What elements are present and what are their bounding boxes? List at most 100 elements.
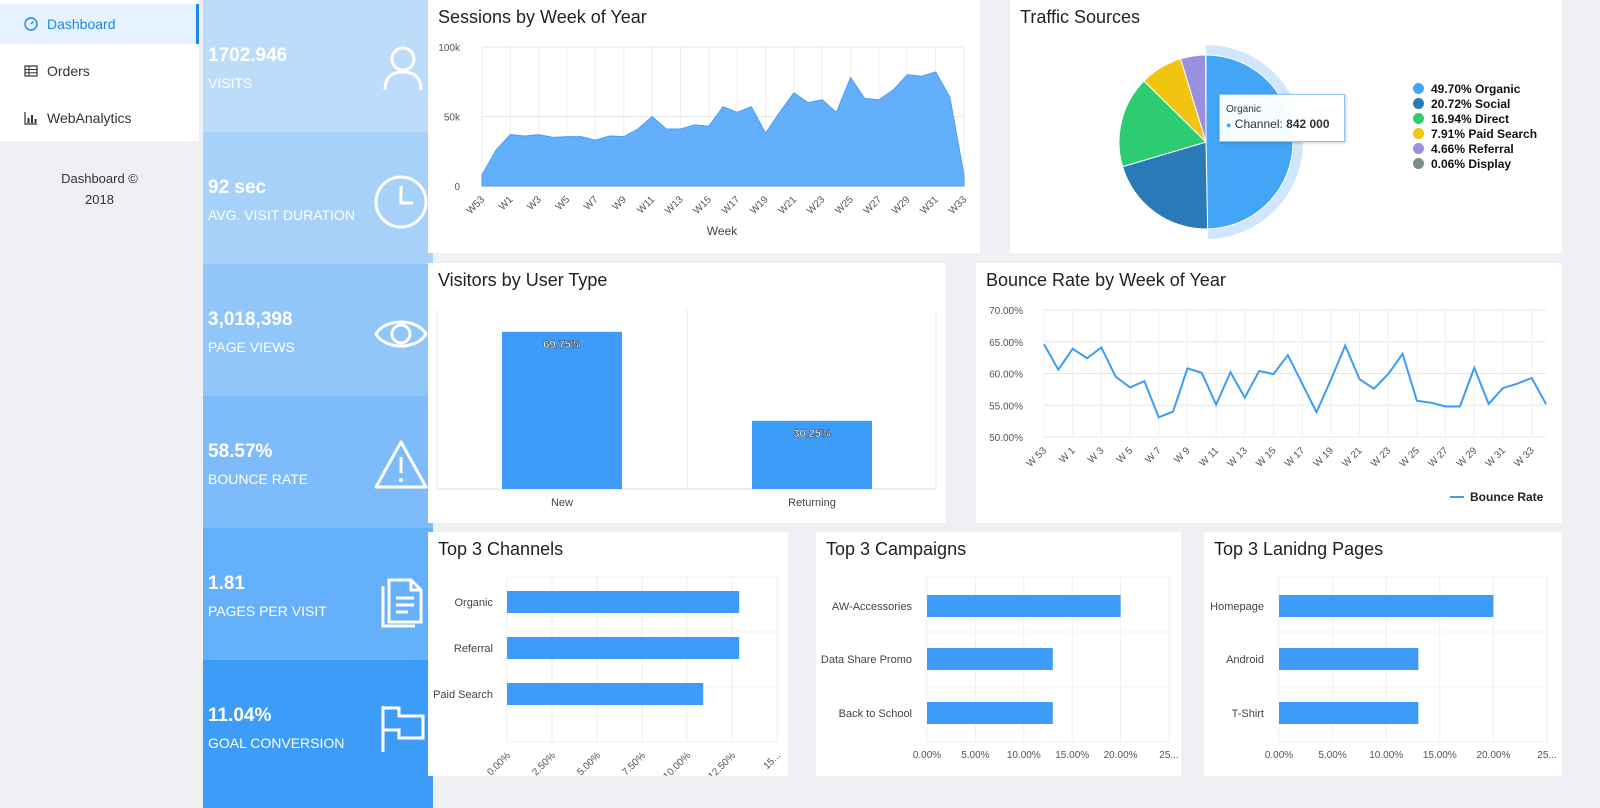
x-tick-label: 20.00%	[1104, 750, 1138, 761]
sidebar-item-webanalytics[interactable]: WebAnalytics	[0, 98, 199, 138]
x-tick-label: W 15	[1254, 445, 1279, 470]
legend-swatch	[1413, 113, 1424, 124]
x-tick-label: W17	[720, 194, 743, 217]
x-tick-label: W29	[890, 194, 913, 217]
legend-item[interactable]: 20.72% Social	[1413, 96, 1537, 111]
kpi-value: 1702.946	[208, 45, 288, 66]
bar-referral	[507, 637, 740, 659]
kpi-tile-pages-per-visit: 1.81 PAGES PER VISIT	[203, 528, 433, 660]
kpi-label: BOUNCE RATE	[208, 471, 309, 487]
x-tick-label: 7.50%	[620, 750, 648, 776]
x-tick-label: 12.50%	[706, 750, 738, 776]
y-tick-label: 50.00%	[989, 433, 1023, 444]
bounce-line	[1043, 342, 1547, 419]
y-tick-label: 60.00%	[989, 370, 1023, 381]
kpi-value: 1.81	[208, 573, 245, 594]
legend-label: 0.06% Display	[1431, 156, 1512, 171]
x-tick-label: W21	[777, 194, 800, 217]
legend-swatch	[1413, 143, 1424, 154]
legend-item[interactable]: 4.66% Referral	[1413, 141, 1537, 156]
table-icon	[24, 65, 38, 77]
x-tick-label: W1	[497, 194, 516, 213]
sidebar-footer: Dashboard © 2018	[0, 168, 199, 210]
sidebar-nav: Dashboard Orders WebAnalytics	[0, 0, 199, 141]
data-label: 69.75%	[543, 339, 581, 351]
legend-line-swatch	[1450, 496, 1464, 498]
kpi-label: AVG. VISIT DURATION	[208, 207, 356, 223]
x-tick-label: W53	[465, 194, 488, 217]
landing-chart: Homepage Android T-Shirt 0.00% 5.00% 10.00% 15…	[1210, 576, 1557, 761]
x-tick-label: W 7	[1144, 445, 1165, 466]
document-icon	[381, 578, 423, 628]
x-tick-label: 25...	[1537, 750, 1556, 761]
flag-icon	[381, 706, 425, 752]
x-tick-label: W 1	[1057, 445, 1078, 466]
sidebar-item-dashboard[interactable]: Dashboard	[0, 4, 199, 44]
x-tick-label: W3	[525, 194, 544, 213]
y-tick-label: 70.00%	[989, 306, 1023, 317]
bar-back-to-school	[927, 702, 1053, 724]
x-tick-label: 15.00%	[1055, 750, 1089, 761]
legend-swatch	[1413, 158, 1424, 169]
x-tick-label: 10.00%	[661, 750, 693, 776]
x-tick-label: W 29	[1455, 445, 1480, 470]
x-tick-label: W13	[663, 194, 686, 217]
tooltip-value: 842 000	[1286, 117, 1330, 131]
legend-label: 7.91% Paid Search	[1431, 126, 1538, 141]
x-tick-label: W 21	[1340, 445, 1365, 470]
pie-tooltip: Organic ● Channel: 842 000	[1219, 94, 1345, 142]
legend-label: 20.72% Social	[1431, 96, 1511, 111]
bar-aw-accessories	[927, 595, 1121, 617]
kpi-label: VISITS	[208, 75, 253, 91]
kpi-tile-pageviews: 3,018,398 PAGE VIEWS	[203, 264, 433, 396]
tooltip-dot: ●	[1226, 120, 1232, 130]
kpi-value: 11.04%	[208, 705, 272, 726]
x-tick-label: New	[551, 497, 573, 509]
y-category-label: Referral	[454, 643, 493, 655]
sidebar-item-label: Dashboard	[47, 16, 116, 32]
legend-item[interactable]: 7.91% Paid Search	[1413, 126, 1537, 141]
pie-legend: 49.70% Organic 20.72% Social 16.94% Direct…	[1413, 81, 1537, 171]
x-tick-label: W 53	[1025, 445, 1050, 470]
x-tick-label: W27	[862, 194, 885, 217]
sessions-chart: 050k100kW53 W1 W3 W5 W7 W9 W11 W13 W15 W17 W19 W21 W…	[438, 43, 969, 238]
channels-chart: Organic Referral Paid Search 0.00% 2.50% 5.00…	[433, 576, 783, 776]
legend-item[interactable]: 16.94% Direct	[1413, 111, 1537, 126]
eye-icon	[374, 320, 428, 348]
y-category-label: Data Share Promo	[821, 654, 912, 666]
traffic-card: Traffic Sources Organic ● Channel: 842 0…	[1010, 0, 1562, 253]
y-category-label: Back to School	[839, 708, 912, 720]
x-tick-label: W 13	[1226, 445, 1251, 470]
legend-swatch	[1413, 98, 1424, 109]
x-tick-label: 5.00%	[1318, 750, 1346, 761]
x-tick-label: W31	[918, 194, 941, 217]
user-icon	[383, 46, 423, 91]
kpi-tile-bounce: 58.57% BOUNCE RATE	[203, 396, 433, 528]
x-tick-label: 10.00%	[1007, 750, 1041, 761]
footer-copyright: Dashboard ©	[61, 171, 138, 186]
legend-item[interactable]: 0.06% Display	[1413, 156, 1537, 171]
bar-android	[1279, 648, 1419, 670]
x-tick-label: W 31	[1484, 445, 1509, 470]
sidebar-item-label: Orders	[47, 63, 90, 79]
bar-chart-icon	[24, 112, 37, 125]
x-tick-label: 10.00%	[1369, 750, 1403, 761]
kpi-tile-visits: 1702.946 VISITS	[203, 0, 433, 132]
x-tick-label: 0.00%	[1265, 750, 1293, 761]
y-category-label: AW-Accessories	[832, 601, 913, 613]
legend-swatch	[1413, 128, 1424, 139]
speedometer-icon	[24, 17, 38, 31]
legend-item[interactable]: 49.70% Organic	[1413, 81, 1537, 96]
kpi-tile-goal-conversion: 11.04% GOAL CONVERSION	[203, 660, 433, 808]
kpi-tile-duration: 92 sec AVG. VISIT DURATION	[203, 132, 433, 264]
sidebar-item-orders[interactable]: Orders	[0, 51, 199, 91]
y-tick-label: 55.00%	[989, 401, 1023, 412]
bar-homepage	[1279, 595, 1494, 617]
x-tick-label: W7	[582, 194, 601, 213]
visitors-card: Visitors by User Type 69.75% New 30.25% Ret…	[428, 263, 946, 523]
sidebar-item-label: WebAnalytics	[47, 110, 132, 126]
x-tick-label: W 33	[1512, 445, 1537, 470]
x-tick-label: 2.50%	[530, 750, 558, 776]
x-tick-label: W5	[554, 194, 573, 213]
y-category-label: Organic	[454, 597, 493, 609]
